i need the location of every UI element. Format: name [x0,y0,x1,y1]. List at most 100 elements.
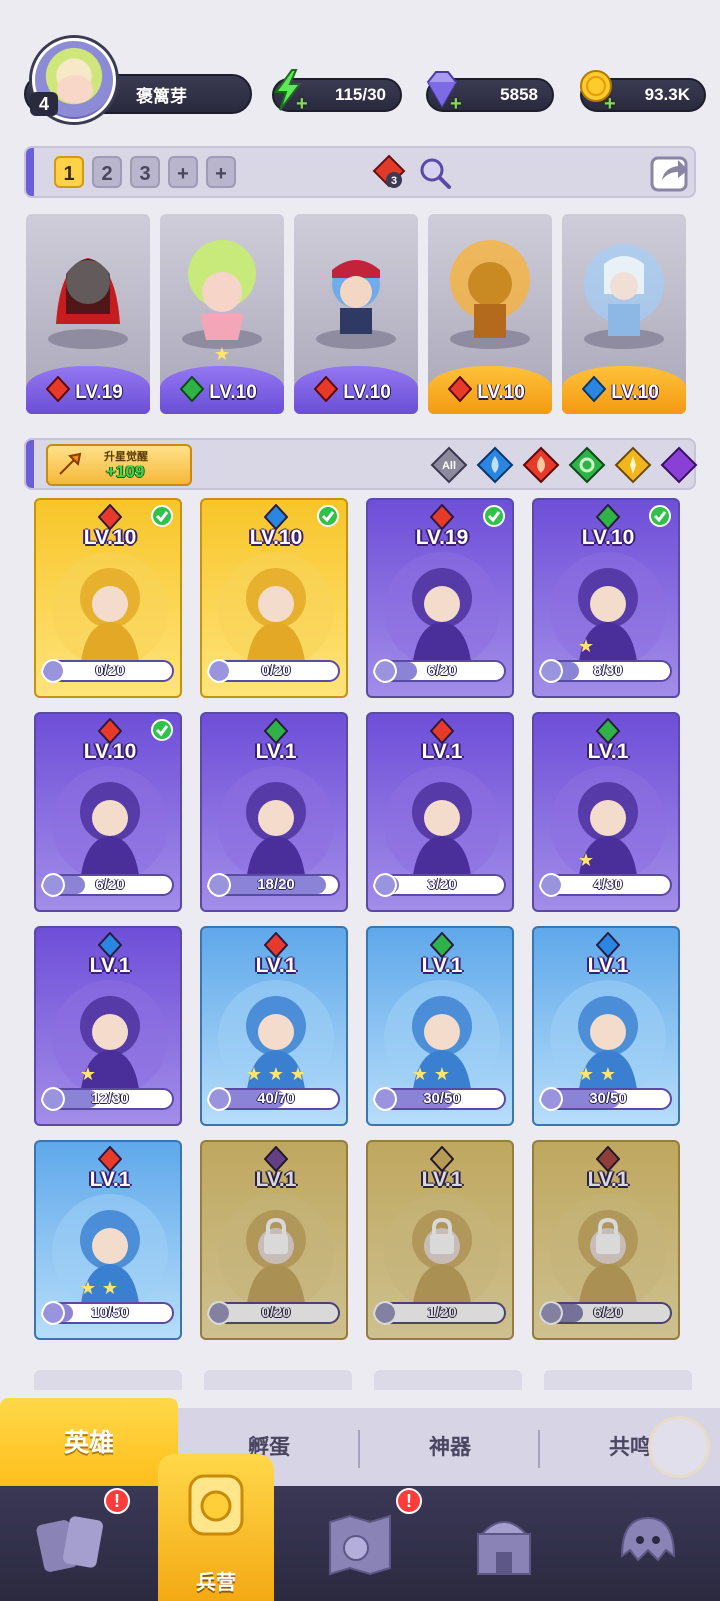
team-card-4[interactable]: LV.10 [428,214,552,414]
hero-card[interactable]: LV.1 ★ ★ 30/50 [532,926,680,1126]
hero-level: LV.1 [255,1168,297,1191]
shard-icon [538,658,564,684]
next-row-peek [34,1370,694,1390]
ghost-icon [620,1516,676,1562]
gems-counter[interactable]: + 5858 [426,71,554,114]
hero-level: LV.10 [83,740,137,763]
hero-portrait [450,240,530,349]
lock-icon [264,1217,288,1254]
hero-card[interactable]: LV.1 ★ ★ 30/50 [366,926,514,1126]
add-gems-icon[interactable]: + [450,94,466,114]
filter-fire-button[interactable] [522,446,560,484]
filter-nature-button[interactable] [568,446,606,484]
bar-accent [26,440,34,488]
tab-artifacts[interactable]: 神器 [360,1408,540,1488]
team-cost-icon: 3 [372,154,406,188]
player-name: 褒篱芽 [136,87,187,106]
lock-icon [430,1217,454,1254]
team-card-5[interactable]: LV.10 [562,214,686,414]
filter-all-button[interactable]: All [430,446,468,484]
nav-guild[interactable] [576,1486,720,1601]
shard-icon [372,658,398,684]
star-upgrade-button[interactable]: 升星觉醒 +109 [46,444,192,486]
shard-icon [538,1300,564,1326]
shard-icon [40,1086,66,1112]
player-profile[interactable]: 4 褒篱芽 [24,38,254,122]
team-tab-add-2[interactable]: + [206,156,236,188]
nav-barracks[interactable]: 兵营 [144,1444,288,1601]
hero-level: LV.10 [249,526,303,549]
hero-portrait: ★ [182,240,262,364]
hero-card[interactable]: LV.1 0/20 [200,1140,348,1340]
team-card-3[interactable]: LV.10 [294,214,418,414]
hero-card[interactable]: LV.1 3/20 [366,712,514,912]
svg-text:★: ★ [578,1064,594,1084]
map-icon [329,1514,391,1576]
team-card-level: LV.10 [611,382,659,403]
hero-level: LV.1 [587,954,629,977]
add-energy-icon[interactable]: + [296,94,312,114]
team-tab-2[interactable]: 2 [92,156,122,188]
team-card-2[interactable]: ★ LV.10 [160,214,284,414]
hero-card[interactable]: LV.1 ★ ★ 10/50 [34,1140,182,1340]
shard-icon [538,1086,564,1112]
hero-card[interactable]: LV.10 0/20 [200,498,348,698]
checkmark-icon [483,505,505,527]
team-tab-add-1[interactable]: + [168,156,198,188]
svg-text:★: ★ [412,1064,428,1084]
hero-card[interactable]: LV.1 6/20 [532,1140,680,1340]
hero-level: LV.1 [421,740,463,763]
player-level: 4 [30,92,58,116]
checkmark-icon [317,505,339,527]
filter-water-button[interactable] [476,446,514,484]
nav-alert-badge: ! [396,1488,422,1514]
filter-all-label: All [442,460,456,472]
hero-level: LV.1 [587,740,629,763]
hero-card[interactable]: LV.1 ★ ★ ★ 40/70 [200,926,348,1126]
share-icon[interactable] [650,152,692,192]
svg-text:★: ★ [80,1278,96,1298]
checkmark-icon [151,505,173,527]
nav-castle[interactable] [432,1486,576,1601]
hero-card[interactable]: LV.1 1/20 [366,1140,514,1340]
hero-level: LV.1 [587,1168,629,1191]
nav-barracks-label: 兵营 [196,1572,236,1594]
energy-counter[interactable]: + 115/30 [272,69,402,114]
shard-icon [206,658,232,684]
svg-text:★: ★ [578,850,594,870]
team-tab-3[interactable]: 3 [130,156,160,188]
hero-card[interactable]: LV.10 6/20 [34,712,182,912]
hero-level: LV.1 [421,954,463,977]
team-tab-1[interactable]: 1 [54,156,84,188]
filter-dark-button[interactable] [660,446,698,484]
gold-counter[interactable]: + 93.3K [580,70,706,114]
top-bar: 4 褒篱芽 + 115/30 + 5858 + 93.3K [0,30,720,130]
castle-icon [477,1521,531,1575]
hero-level: LV.1 [89,1168,131,1191]
nav-cards[interactable]: ! [0,1486,144,1601]
team-card-1[interactable]: LV.19 [26,214,150,414]
barracks-icon [188,1474,244,1536]
nav-map[interactable]: ! [288,1486,432,1601]
shard-icon [40,1300,66,1326]
tab-artifacts-label: 神器 [429,1436,471,1459]
hero-portrait [316,260,396,349]
team-card-level: LV.10 [343,382,391,403]
arrow-up-icon [59,452,82,475]
team-lineup: LV.19 ★ LV.10 LV.10 LV.10 LV.10 [26,214,696,414]
team-card-level: LV.10 [477,382,525,403]
hero-card[interactable]: LV.1 18/20 [200,712,348,912]
add-gold-icon[interactable]: + [604,94,620,114]
hero-card[interactable]: LV.19 6/20 [366,498,514,698]
checkmark-icon [151,719,173,741]
team-cost-value: 3 [391,175,397,187]
hero-card[interactable]: LV.1 ★ 12/30 [34,926,182,1126]
hero-card[interactable]: LV.1 ★ 4/30 [532,712,680,912]
filter-light-button[interactable] [614,446,652,484]
hero-level: LV.1 [421,1168,463,1191]
hero-level: LV.19 [415,526,469,549]
hero-card[interactable]: LV.10 0/20 [34,498,182,698]
magnifier-icon[interactable] [418,156,452,190]
svg-text:★: ★ [102,1278,118,1298]
hero-card[interactable]: LV.10 ★ 8/30 [532,498,680,698]
